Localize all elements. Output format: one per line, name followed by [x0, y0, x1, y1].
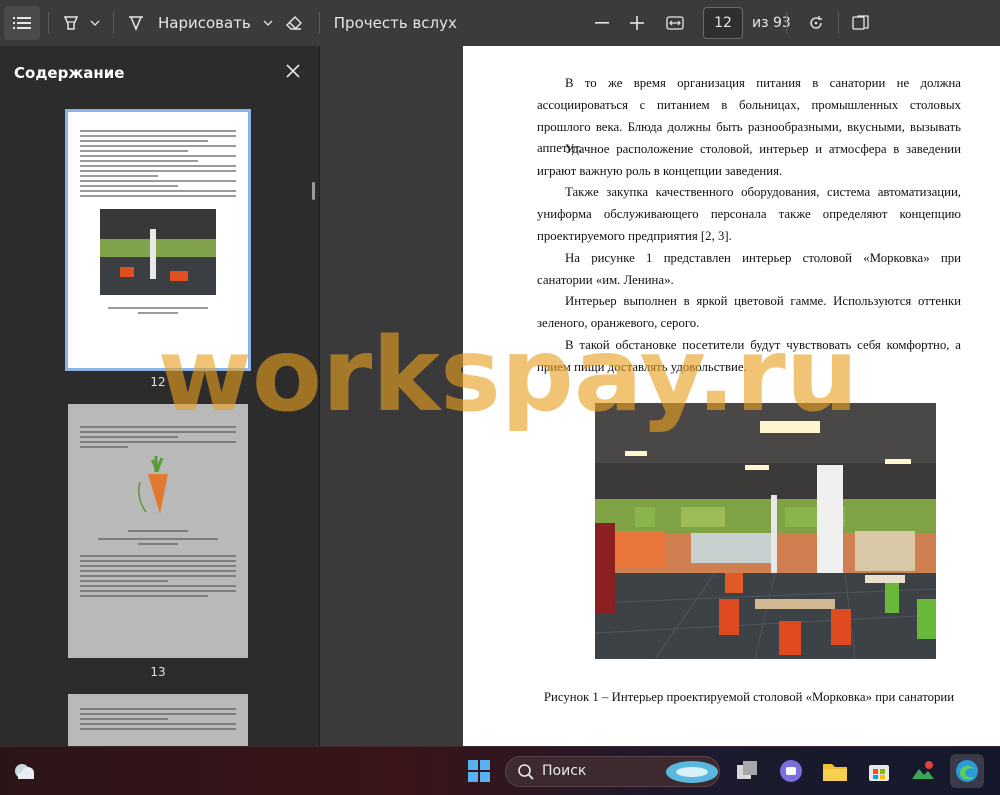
paragraph: На рисунке 1 представлен интерьер столов… [537, 251, 961, 287]
task-view-icon [737, 761, 757, 779]
fit-width-button[interactable] [660, 6, 690, 40]
chevron-down-icon [263, 20, 273, 26]
sidebar-scrollbar[interactable] [312, 182, 315, 200]
toolbar-separator [838, 12, 839, 34]
figure-image [595, 403, 936, 659]
thumbnail-page-13[interactable] [68, 404, 248, 658]
weather-cloud-icon [15, 764, 34, 779]
store-button[interactable] [865, 757, 893, 785]
chevron-down-icon [90, 20, 100, 26]
eraser-icon [285, 16, 302, 30]
fit-width-icon [666, 16, 684, 30]
paragraph: Интерьер выполнен в яркой цветовой гамме… [537, 294, 961, 330]
folder-icon [823, 764, 847, 781]
thumbnail-page-14[interactable] [68, 694, 248, 746]
search-label: Поиск [542, 763, 587, 779]
list-icon [13, 17, 31, 29]
page-view-button[interactable] [846, 6, 876, 40]
read-aloud-button[interactable]: Прочесть вслух [328, 6, 463, 40]
thumbnail-page-12[interactable] [65, 109, 251, 371]
toolbar: Нарисовать Прочесть вслух из 93 [0, 0, 1000, 46]
thumbnail-page-number: 12 [150, 375, 166, 389]
rotate-icon [810, 16, 822, 29]
toolbar-separator [48, 12, 49, 34]
windows-icon [468, 760, 490, 782]
toolbar-separator [113, 12, 114, 34]
sidebar-title: Содержание [14, 64, 125, 82]
close-icon [286, 64, 300, 78]
photos-icon [912, 761, 934, 779]
thumbnail-figure [100, 209, 216, 295]
page-view-icon [852, 15, 869, 30]
page-number-input[interactable] [703, 7, 743, 39]
plus-icon [630, 16, 644, 30]
file-explorer-button[interactable] [821, 757, 849, 785]
thumbnail-page-number: 13 [150, 665, 166, 679]
search-highlight-image [666, 761, 718, 783]
taskbar-search[interactable]: Поиск [505, 756, 720, 787]
paragraph: В такой обстановке посетители будут чувс… [537, 338, 961, 374]
document-page: В то же время организация питания в сана… [463, 46, 1000, 746]
app-button[interactable] [909, 757, 937, 785]
close-sidebar-button[interactable] [282, 60, 304, 82]
contents-sidebar: Содержание 12 13 [0, 46, 320, 746]
document-viewer[interactable]: В то же время организация питания в сана… [320, 46, 1000, 746]
toolbar-separator [318, 12, 320, 34]
taskbar: Поиск [0, 746, 1000, 795]
highlight-button[interactable] [57, 6, 85, 40]
start-button[interactable] [465, 757, 493, 785]
rotate-button[interactable] [801, 6, 831, 40]
zoom-out-button[interactable] [588, 6, 616, 40]
chat-icon [780, 760, 802, 782]
minus-icon [595, 22, 609, 24]
store-icon [869, 765, 889, 781]
weather-widget[interactable] [10, 757, 38, 785]
carrot-logo-thumbnail [138, 455, 168, 514]
toolbar-separator [786, 12, 787, 34]
paragraph: Также закупка качественного оборудования… [537, 185, 961, 243]
draw-button[interactable]: Нарисовать [150, 6, 259, 40]
draw-tool-button[interactable] [122, 6, 150, 40]
search-icon [518, 764, 534, 780]
highlighter-icon [63, 16, 79, 30]
draw-dropdown[interactable] [259, 6, 277, 40]
edge-icon [956, 760, 978, 782]
highlight-dropdown[interactable] [85, 6, 105, 40]
teams-chat-button[interactable] [777, 757, 805, 785]
figure-caption: Рисунок 1 – Интерьер проектируемой столо… [543, 690, 955, 704]
erase-button[interactable] [277, 6, 311, 40]
task-view-button[interactable] [733, 757, 761, 785]
zoom-in-button[interactable] [623, 6, 651, 40]
edge-button[interactable] [950, 754, 984, 788]
paragraph: Удачное расположение столовой, интерьер … [537, 142, 961, 178]
pen-icon [129, 16, 143, 31]
page-total: из 93 [752, 15, 791, 31]
contents-button[interactable] [4, 6, 40, 40]
